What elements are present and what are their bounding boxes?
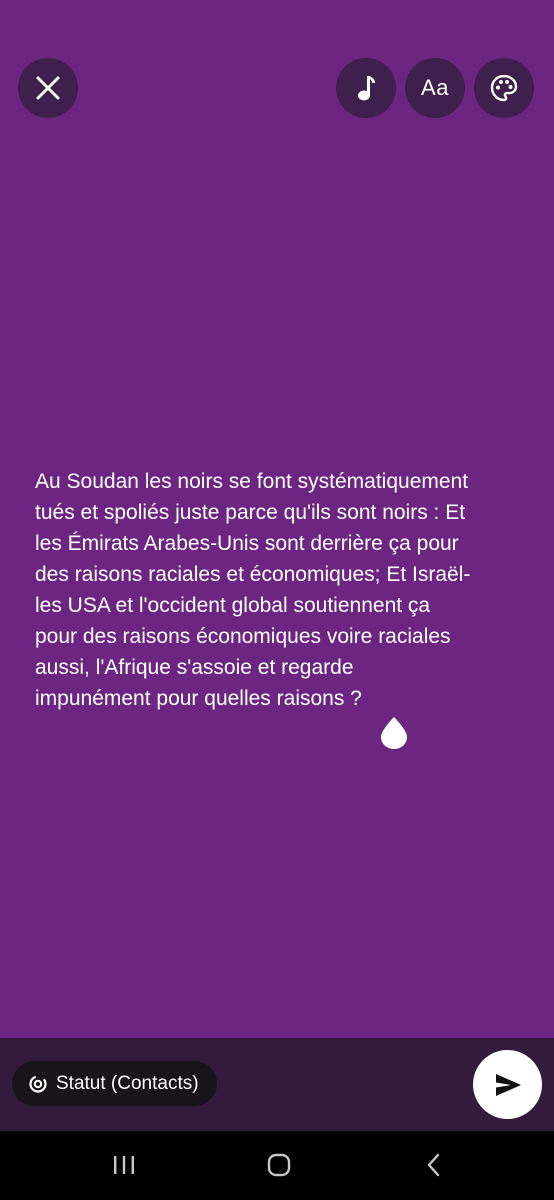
recents-button[interactable] [94, 1145, 154, 1185]
send-button[interactable] [473, 1050, 542, 1119]
status-audience-label: Statut (Contacts) [56, 1072, 199, 1094]
status-privacy-icon [29, 1074, 47, 1093]
status-composer-screen: Aa Au Soudan les noirs se font systémati… [0, 0, 554, 1200]
back-icon [427, 1153, 440, 1177]
recents-icon [114, 1156, 134, 1174]
palette-icon [490, 74, 518, 102]
home-icon [267, 1153, 291, 1177]
close-button[interactable] [18, 58, 78, 118]
music-button[interactable] [336, 58, 396, 118]
send-icon [495, 1073, 521, 1096]
status-text-input[interactable]: Au Soudan les noirs se font systématique… [35, 466, 525, 714]
font-style-button[interactable]: Aa [405, 58, 465, 118]
home-button[interactable] [249, 1145, 309, 1185]
close-icon [36, 76, 60, 100]
system-navigation-bar [0, 1131, 554, 1200]
status-audience-button[interactable]: Statut (Contacts) [12, 1061, 217, 1106]
font-style-label: Aa [421, 75, 449, 100]
color-palette-button[interactable] [474, 58, 534, 118]
text-cursor-handle-icon[interactable] [380, 716, 408, 750]
bottom-bar: Statut (Contacts) [0, 1038, 554, 1131]
back-button[interactable] [404, 1145, 464, 1185]
music-note-icon [358, 76, 375, 101]
